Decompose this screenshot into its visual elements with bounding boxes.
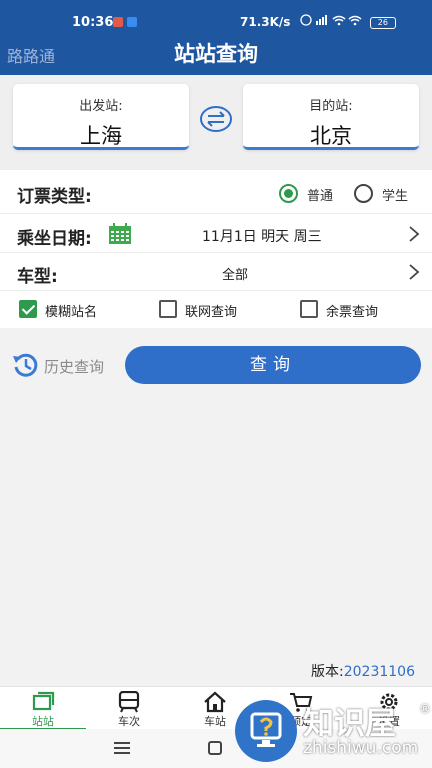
checkbox-unchecked-icon <box>300 300 318 318</box>
radio-normal-label: 普通 <box>307 189 334 204</box>
online-query-label: 联网查询 <box>185 305 238 320</box>
chevron-right-icon <box>409 264 420 280</box>
remaining-tickets-checkbox[interactable]: 余票查询 <box>300 300 400 320</box>
remaining-tickets-label: 余票查询 <box>326 305 379 320</box>
page-title: 站站查询 <box>174 42 258 66</box>
home-icon[interactable] <box>208 741 222 755</box>
history-icon <box>13 353 38 377</box>
from-station-label: 出发站: <box>79 99 123 114</box>
tab-label: 车次 <box>118 715 140 728</box>
chevron-right-icon <box>409 226 420 242</box>
swap-icon <box>200 106 232 132</box>
date-row[interactable]: 乘坐日期: 11月1日 明天 周三 <box>0 214 432 253</box>
status-bar: 10:36 71.3K/s 26 <box>0 0 432 42</box>
station-to-station-icon <box>32 691 55 711</box>
checkbox-unchecked-icon <box>159 300 177 318</box>
query-options: 订票类型: 普通 学生 乘坐日期: 11月1日 明天 周三 车型: 全部 模糊站… <box>0 170 432 328</box>
radio-normal[interactable]: 普通 <box>279 182 339 204</box>
version-info: 版本:20231106 <box>311 661 415 681</box>
to-station-label: 目的站: <box>309 99 353 114</box>
train-icon <box>118 691 140 713</box>
query-button[interactable]: 查询 <box>125 346 421 384</box>
tab-label: 站站 <box>32 715 54 728</box>
swap-stations-button[interactable] <box>199 104 233 134</box>
calendar-icon[interactable] <box>108 223 132 245</box>
checkbox-checked-icon <box>19 300 37 318</box>
history-button[interactable]: 历史查询 <box>11 351 121 379</box>
watermark-text: 知识屋 <box>303 706 396 742</box>
status-time: 10:36 <box>72 15 114 30</box>
fuzzy-station-checkbox[interactable]: 模糊站名 <box>19 300 119 320</box>
date-label: 乘坐日期: <box>17 229 92 249</box>
net-speed: 71.3K/s <box>240 15 291 29</box>
notification-icons <box>112 16 140 31</box>
train-type-value: 全部 <box>222 268 249 283</box>
ticket-type-label: 订票类型: <box>17 187 92 207</box>
checkbox-row: 模糊站名 联网查询 余票查询 <box>0 291 432 328</box>
from-station-card[interactable]: 出发站: 上海 <box>13 84 189 150</box>
from-station-value: 上海 <box>80 124 122 148</box>
to-station-value: 北京 <box>310 124 352 148</box>
radio-student-label: 学生 <box>382 189 409 204</box>
watermark-url: zhishiwu.com <box>303 738 419 758</box>
header-bar: 10:36 71.3K/s 26 路路通 站站查询 <box>0 0 432 75</box>
battery-icon: 26 <box>369 16 396 29</box>
online-query-checkbox[interactable]: 联网查询 <box>159 300 259 320</box>
house-icon <box>204 691 226 713</box>
version-number: 20231106 <box>343 664 415 680</box>
help-monitor-icon <box>250 712 282 747</box>
radio-checked-icon <box>279 184 298 203</box>
system-status-icons: 26 <box>300 14 396 29</box>
watermark-logo-icon <box>235 700 297 762</box>
station-selector: 出发站: 上海 目的站: 北京 <box>0 75 432 170</box>
date-value: 11月1日 明天 周三 <box>202 229 322 245</box>
history-label: 历史查询 <box>44 358 105 376</box>
to-station-card[interactable]: 目的站: 北京 <box>243 84 419 150</box>
app-notification-icon <box>113 17 137 27</box>
menu-icon[interactable] <box>114 742 130 754</box>
tab-train-number[interactable]: 车次 <box>86 687 172 730</box>
watermark: 知识屋 ® zhishiwu.com <box>235 688 432 768</box>
tab-station-to-station[interactable]: 站站 <box>0 687 86 730</box>
radio-student[interactable]: 学生 <box>354 182 414 204</box>
signal-wifi-icon <box>300 14 362 26</box>
radio-unchecked-icon <box>354 184 373 203</box>
train-type-label: 车型: <box>17 267 58 287</box>
registered-icon: ® <box>419 702 431 716</box>
fuzzy-station-label: 模糊站名 <box>45 305 98 320</box>
ticket-type-row: 订票类型: 普通 学生 <box>0 170 432 214</box>
train-type-row[interactable]: 车型: 全部 <box>0 253 432 291</box>
version-label: 版本: <box>311 664 344 680</box>
